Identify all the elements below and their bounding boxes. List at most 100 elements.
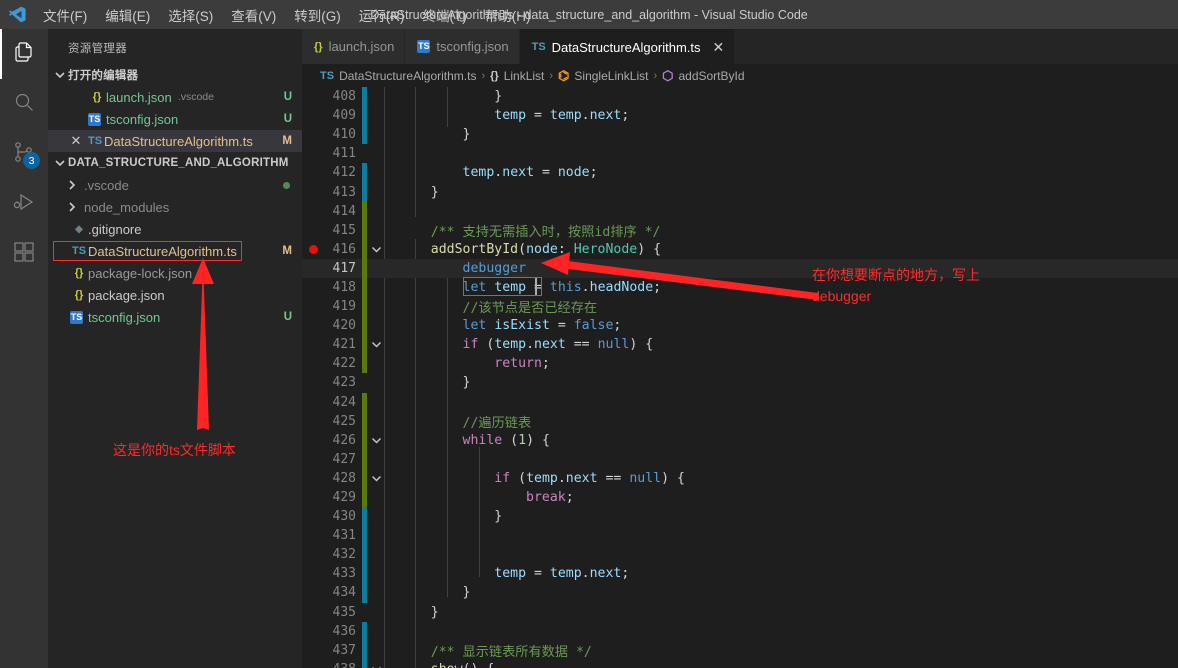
gutter-change-indicator <box>362 621 367 641</box>
code-line[interactable]: 427 <box>302 449 1178 469</box>
code-line[interactable]: 421 if (temp.next == null) { <box>302 335 1178 355</box>
activitybar-item-run-debug[interactable] <box>0 179 48 229</box>
code-line[interactable]: 429 break; <box>302 487 1178 508</box>
json-icon: {} <box>92 91 102 103</box>
line-number: 427 <box>332 451 356 467</box>
open-editor-tsconfig-json[interactable]: TS tsconfig.json U <box>48 108 302 130</box>
tree-item-vscode[interactable]: .vscode <box>48 174 302 196</box>
chevron-down-icon[interactable] <box>367 339 385 350</box>
close-icon[interactable]: ✕ <box>713 40 725 54</box>
code-line-text: } <box>399 375 471 391</box>
menu-run[interactable]: 运行(R) <box>350 1 414 29</box>
close-icon[interactable]: ✕ <box>66 133 86 149</box>
open-editor-launch-json[interactable]: {} launch.json .vscode U <box>48 86 302 108</box>
menu-terminal[interactable]: 终端(T) <box>414 1 476 29</box>
code-line[interactable]: 437 /** 显示链表所有数据 */ <box>302 640 1178 660</box>
code-line[interactable]: 415 /** 支持无需插入时，按照id排序 */ <box>302 220 1178 240</box>
chevron-down-icon[interactable] <box>367 244 385 255</box>
code-line[interactable]: 425 //遍历链表 <box>302 411 1178 431</box>
code-line-text: let temp = this.headNode; <box>462 279 662 295</box>
gitignore-icon: ◆ <box>75 223 83 235</box>
code-line[interactable]: 430 } <box>302 507 1178 527</box>
tree-item-gitignore[interactable]: ◆ .gitignore <box>48 218 302 240</box>
code-editor[interactable]: 408 } 409 temp = temp.next; 410 } 411 412 te… <box>302 87 1178 668</box>
code-line[interactable]: 411 <box>302 144 1178 163</box>
code-line[interactable]: 413 } <box>302 182 1178 202</box>
open-editor-datastructurealgorithm-ts[interactable]: ✕ TS DataStructureAlgorithm.ts M <box>48 130 302 152</box>
code-line[interactable]: 424 <box>302 392 1178 412</box>
line-number: 411 <box>332 146 356 162</box>
code-line[interactable]: 409 temp = temp.next; <box>302 106 1178 126</box>
code-line[interactable]: 423 } <box>302 373 1178 392</box>
code-line[interactable]: 434 } <box>302 583 1178 603</box>
breakpoint-dot-icon[interactable] <box>302 244 324 254</box>
code-line-text: /** 显示链表所有数据 */ <box>399 644 592 660</box>
tree-item-node-modules[interactable]: node_modules <box>48 196 302 218</box>
code-line[interactable]: 432 <box>302 545 1178 565</box>
menu-bar[interactable]: 文件(F) 编辑(E) 选择(S) 查看(V) 转到(G) 运行(R) 终端(T… <box>34 1 540 29</box>
chevron-down-icon <box>52 155 68 171</box>
code-line[interactable]: 419 //该节点是否已经存在 <box>302 297 1178 317</box>
code-line[interactable]: 428 if (temp.next == null) { <box>302 468 1178 488</box>
gutter-change-indicator <box>362 354 367 374</box>
menu-help[interactable]: 帮助(H) <box>476 1 540 29</box>
code-line[interactable]: 417 debugger <box>302 258 1178 278</box>
menu-file[interactable]: 文件(F) <box>34 1 96 29</box>
text-cursor <box>535 278 537 295</box>
menu-edit[interactable]: 编辑(E) <box>96 1 159 29</box>
chevron-down-icon[interactable] <box>367 473 385 484</box>
chevron-down-icon[interactable] <box>367 435 385 446</box>
menu-view[interactable]: 查看(V) <box>222 1 285 29</box>
code-line[interactable]: 431 <box>302 526 1178 546</box>
breadcrumb-label: DataStructureAlgorithm.ts <box>339 68 477 83</box>
line-number: 417 <box>332 260 356 276</box>
code-line[interactable]: 414 <box>302 201 1178 221</box>
code-line[interactable]: 435 } <box>302 603 1178 622</box>
code-line[interactable]: 433 temp = temp.next; <box>302 564 1178 584</box>
activitybar-item-extensions[interactable] <box>0 229 48 279</box>
tree-item-package-json[interactable]: {} package.json <box>48 284 302 306</box>
code-line-text: } <box>399 604 439 620</box>
code-line[interactable]: 416 addSortById(node: HeroNode) { <box>302 239 1178 259</box>
breadcrumb-segment-namespace[interactable]: {} LinkList <box>490 69 544 83</box>
tab-launch-json[interactable]: {} launch.json <box>302 29 406 64</box>
code-line[interactable]: 426 while (1) { <box>302 430 1178 450</box>
activitybar-item-search[interactable] <box>0 79 48 129</box>
code-line[interactable]: 438 show() { <box>302 659 1178 668</box>
menu-go[interactable]: 转到(G) <box>285 1 350 29</box>
sidebar-title: 资源管理器 <box>68 43 127 55</box>
open-editors-header[interactable]: 打开的编辑器 <box>48 64 302 86</box>
code-line-text: if (temp.next == null) { <box>462 337 654 353</box>
method-icon: ⬡ <box>662 67 674 83</box>
code-line[interactable]: 412 temp.next = node; <box>302 163 1178 183</box>
menu-selection[interactable]: 选择(S) <box>159 1 222 29</box>
line-number: 422 <box>332 356 356 372</box>
activitybar-item-source-control[interactable]: 3 <box>0 129 48 179</box>
code-line[interactable]: 410 } <box>302 125 1178 145</box>
code-line[interactable]: 418 let temp = this.headNode; <box>302 277 1178 298</box>
line-number: 423 <box>332 375 356 391</box>
vscode-logo-icon <box>0 0 34 29</box>
breadcrumb-segment-method[interactable]: ⬡ addSortById <box>662 68 744 84</box>
code-line[interactable]: 408 } <box>302 87 1178 107</box>
tab-tsconfig-json[interactable]: TS tsconfig.json <box>405 29 520 64</box>
chevron-down-icon[interactable] <box>367 664 385 668</box>
code-line[interactable]: 420 let isExist = false; <box>302 316 1178 336</box>
project-folder-header[interactable]: DATA_STRUCTURE_AND_ALGORITHM <box>48 152 302 174</box>
code-line[interactable]: 436 <box>302 621 1178 641</box>
status-badge: U <box>283 91 292 103</box>
tree-item-package-lock-json[interactable]: {} package-lock.json <box>48 262 302 284</box>
line-number: 435 <box>332 604 356 620</box>
tree-item-datastructurealgorithm-ts[interactable]: TS DataStructureAlgorithm.ts M <box>48 240 302 262</box>
gutter-change-indicator <box>362 640 367 660</box>
breadcrumb-segment-file[interactable]: TS DataStructureAlgorithm.ts <box>320 69 476 83</box>
source-control-badge: 3 <box>23 152 40 169</box>
activitybar-item-explorer[interactable] <box>0 29 48 79</box>
breadcrumb-segment-class[interactable]: ⌬ SingleLinkList <box>558 68 648 84</box>
code-line[interactable]: 422 return; <box>302 354 1178 374</box>
gutter-change-indicator <box>362 411 367 431</box>
code-line-text: temp.next = node; <box>462 165 598 181</box>
tab-datastructurealgorithm-ts[interactable]: TS DataStructureAlgorithm.ts ✕ <box>519 29 736 64</box>
search-icon <box>12 90 36 119</box>
tree-item-tsconfig-json[interactable]: TS tsconfig.json U <box>48 306 302 328</box>
